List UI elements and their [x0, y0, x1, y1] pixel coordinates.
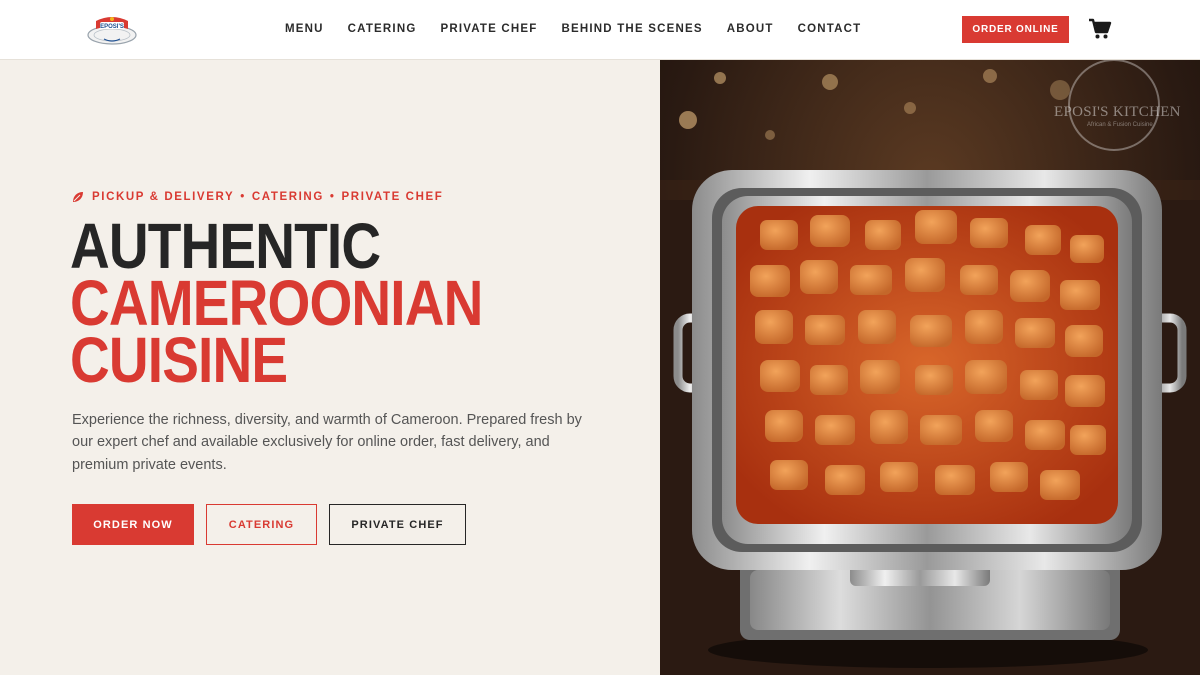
order-online-button[interactable]: ORDER ONLINE [962, 16, 1069, 43]
eyebrow-separator: • [329, 191, 336, 203]
nav-behind-the-scenes[interactable]: BEHIND THE SCENES [562, 23, 703, 35]
eyebrow-catering: CATERING [251, 191, 324, 203]
svg-text:EPOSI'S: EPOSI'S [100, 24, 124, 30]
leaf-icon [72, 191, 84, 203]
hero-food-image [660, 60, 1200, 675]
brand-logo[interactable]: EPOSI'S [84, 11, 140, 49]
eyebrow-separator: • [240, 191, 246, 203]
private-chef-button[interactable]: PRIVATE CHEF [329, 504, 466, 545]
site-header: EPOSI'S MENU CATERING PRIVATE CHEF BEHIN… [0, 0, 1200, 60]
catering-button[interactable]: CATERING [206, 504, 317, 545]
image-watermark-subtitle: African & Fusion Cuisine [1087, 122, 1153, 128]
eyebrow-pickup-delivery: PICKUP & DELIVERY [92, 191, 235, 203]
headline-line-cuisine: CUISINE [70, 324, 288, 396]
eyebrow-private-chef: PRIVATE CHEF [341, 191, 444, 203]
image-watermark: EPOSI'S KITCHEN [1054, 104, 1181, 120]
hero-headline: AUTHENTIC CAMEROONIAN CUISINE [70, 214, 483, 396]
order-now-button[interactable]: ORDER NOW [72, 504, 194, 545]
hero-description: Experience the richness, diversity, and … [72, 412, 582, 473]
nav-menu[interactable]: MENU [285, 23, 324, 35]
main-nav: MENU CATERING PRIVATE CHEF BEHIND THE SC… [285, 23, 885, 35]
nav-contact[interactable]: CONTACT [798, 23, 862, 35]
hero-eyebrow: PICKUP & DELIVERY • CATERING • PRIVATE C… [72, 191, 443, 203]
nav-catering[interactable]: CATERING [348, 23, 417, 35]
shopping-cart-icon[interactable] [1088, 18, 1112, 40]
nav-about[interactable]: ABOUT [727, 23, 774, 35]
nav-private-chef[interactable]: PRIVATE CHEF [440, 23, 537, 35]
